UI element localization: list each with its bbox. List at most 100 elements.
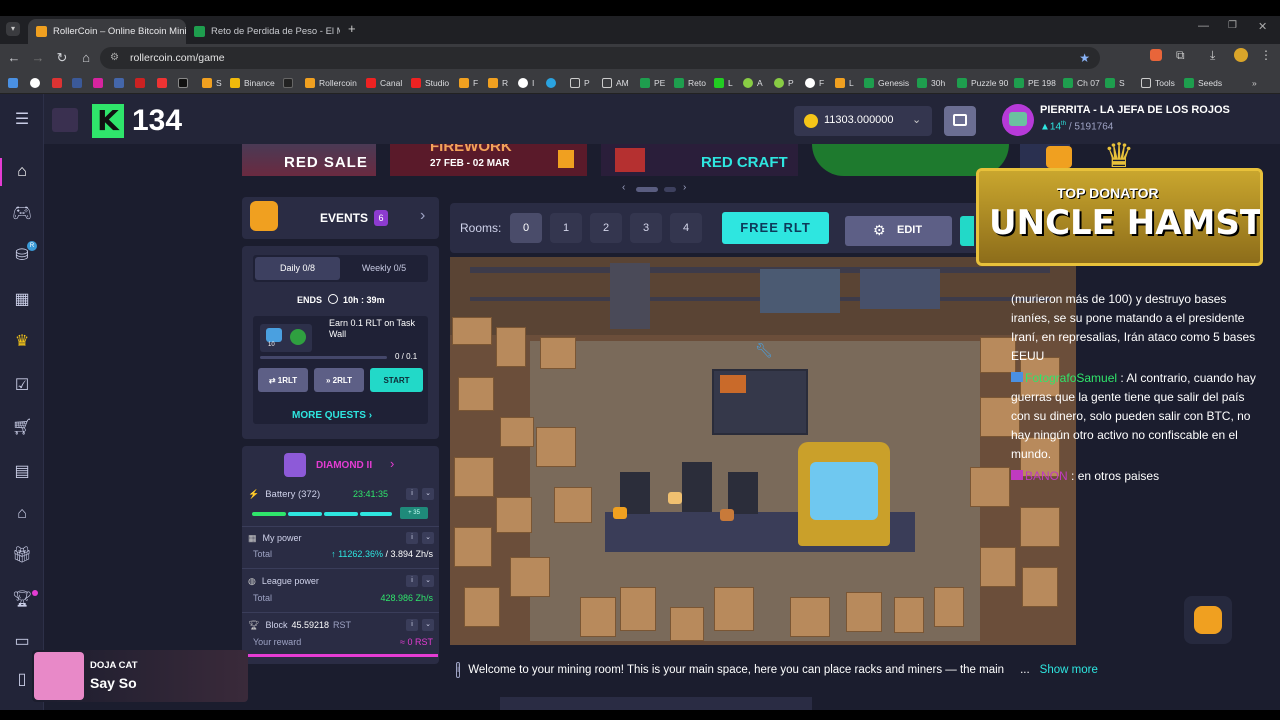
chat-icon[interactable]: ▯ <box>12 670 32 690</box>
gamepad-icon[interactable]: 🎮︎ <box>12 204 32 224</box>
bookmark-seeds[interactable]: Seeds <box>1184 75 1222 91</box>
back-icon[interactable]: ← <box>6 50 22 65</box>
url-bar[interactable]: ⚙ rollercoin.com/game ★ <box>100 47 1100 69</box>
bookmark-item[interactable] <box>93 75 103 91</box>
tasks-icon[interactable]: ☑ <box>12 376 32 396</box>
chevron-down-icon[interactable]: ⌄ <box>422 575 434 587</box>
carousel-dot[interactable] <box>664 187 676 192</box>
bookmark-item[interactable]: L <box>835 75 854 91</box>
chevron-down-icon[interactable]: ⌄ <box>422 619 434 631</box>
site-info-icon[interactable]: ⚙ <box>110 47 119 69</box>
bookmark-reto[interactable]: Reto <box>674 75 706 91</box>
hamster-miner[interactable] <box>613 507 627 519</box>
calendar-icon[interactable]: ▦ <box>12 290 32 310</box>
reload-icon[interactable]: ↻ <box>54 50 70 66</box>
chevron-right-icon[interactable]: › <box>390 456 394 471</box>
profile-avatar-icon[interactable] <box>1234 48 1248 62</box>
edit-button[interactable]: ⚙ EDIT <box>845 216 952 246</box>
bookmark-item[interactable]: F <box>805 75 824 91</box>
wallet-button[interactable] <box>944 106 976 136</box>
bookmark-rollercoin[interactable]: Rollercoin <box>305 75 357 91</box>
star-icon[interactable]: ★ <box>1079 47 1090 69</box>
bank-icon[interactable]: ⌂ <box>12 504 32 524</box>
bookmark-item[interactable] <box>546 75 556 91</box>
cart-icon[interactable]: 🛒︎ <box>12 418 32 438</box>
carousel-next-icon[interactable]: › <box>683 182 686 193</box>
bookmark-binance[interactable]: Binance <box>230 75 275 91</box>
mining-room[interactable]: 🔧︎ <box>450 257 1076 645</box>
bookmark-item[interactable] <box>8 75 22 91</box>
home-icon[interactable]: ⌂ <box>78 50 94 65</box>
room-4-button[interactable]: 4 <box>670 213 702 243</box>
avatar-mini-icon[interactable] <box>52 108 78 132</box>
chevron-down-icon[interactable]: ⌄ <box>422 488 434 500</box>
bookmark-puzzle[interactable]: Puzzle 90 <box>957 75 1008 91</box>
tab-reto[interactable]: Reto de Perdida de Peso - El M ✕ <box>186 19 340 44</box>
tab-daily[interactable]: Daily 0/8 <box>255 257 340 280</box>
bookmark-folder[interactable]: AM <box>602 75 629 91</box>
hamster-miner[interactable] <box>720 509 734 521</box>
bookmark-item[interactable]: S <box>1105 75 1125 91</box>
crown-icon[interactable]: ♛ <box>12 332 32 352</box>
tab-weekly[interactable]: Weekly 0/5 <box>342 257 426 280</box>
user-avatar[interactable] <box>1002 104 1034 136</box>
home-icon[interactable]: ⌂ <box>12 162 32 182</box>
banner-red-sale[interactable]: RED SALE <box>242 144 376 176</box>
hamster-miner[interactable] <box>668 492 682 504</box>
bookmark-item[interactable]: PE <box>640 75 665 91</box>
bookmark-studio[interactable]: Studio <box>411 75 449 91</box>
extension-icon[interactable] <box>1150 49 1162 61</box>
bookmark-item[interactable] <box>114 75 124 91</box>
info-icon[interactable]: i <box>406 575 418 587</box>
bookmark-item[interactable] <box>157 75 167 91</box>
bookmark-genesis[interactable]: Genesis <box>864 75 909 91</box>
carousel-prev-icon[interactable]: ‹ <box>622 182 625 193</box>
bookmark-item[interactable]: I <box>518 75 534 91</box>
bookmark-item[interactable] <box>283 75 293 91</box>
bookmark-item[interactable]: P <box>774 75 794 91</box>
room-0-button[interactable]: 0 <box>510 213 542 243</box>
bookmark-item[interactable] <box>52 75 62 91</box>
league-name[interactable]: DIAMOND II <box>316 460 372 471</box>
bookmark-item[interactable] <box>135 75 145 91</box>
info-icon[interactable]: i <box>406 619 418 631</box>
bookmark-folder[interactable]: P <box>570 75 590 91</box>
trophy-icon[interactable]: 🏆︎ <box>12 590 32 610</box>
menu-dots-icon[interactable]: ⋮ <box>1260 48 1272 62</box>
balance-dropdown[interactable]: 11303.000000 ⌄ <box>794 106 932 136</box>
minimize-icon[interactable]: — <box>1198 20 1209 32</box>
hamburger-icon[interactable]: ☰ <box>12 110 32 130</box>
collect-button[interactable] <box>960 216 974 246</box>
info-icon[interactable]: i <box>406 488 418 500</box>
extensions-puzzle-icon[interactable]: ⧉ <box>1176 48 1185 63</box>
bookmark-tools[interactable]: Tools <box>1141 75 1175 91</box>
bookmark-pe198[interactable]: PE 198 <box>1014 75 1056 91</box>
room-3-button[interactable]: 3 <box>630 213 662 243</box>
bookmark-item[interactable] <box>178 75 188 91</box>
bookmark-item[interactable] <box>72 75 82 91</box>
forward-icon[interactable]: → <box>30 50 46 65</box>
window-close-icon[interactable]: ✕ <box>1258 20 1267 33</box>
bookmark-canal[interactable]: Canal <box>366 75 402 91</box>
download-icon[interactable]: ⤓ <box>1210 48 1215 63</box>
swap-1rlt-button[interactable]: ⇄ 1RLT <box>258 368 308 392</box>
chevron-down-icon[interactable]: ⌄ <box>422 532 434 544</box>
bookmark-ch07[interactable]: Ch 07 <box>1063 75 1100 91</box>
bookmark-item[interactable]: S <box>202 75 222 91</box>
bookmark-item[interactable] <box>30 75 44 91</box>
bookmark-item[interactable]: A <box>743 75 763 91</box>
room-1-button[interactable]: 1 <box>550 213 582 243</box>
bookmark-item[interactable]: L <box>714 75 733 91</box>
banner-red-craft[interactable]: RED CRAFT <box>601 144 798 176</box>
tab-rollercoin[interactable]: RollerCoin – Online Bitcoin Mini ✕ <box>28 19 186 44</box>
carousel-dot-active[interactable] <box>636 187 658 192</box>
start-button[interactable]: START <box>370 368 423 392</box>
inventory-icon[interactable]: ▤ <box>12 462 32 482</box>
maximize-icon[interactable]: ❐ <box>1228 20 1237 31</box>
bookmark-30h[interactable]: 30h <box>917 75 945 91</box>
more-bookmarks-icon[interactable]: » <box>1252 75 1257 91</box>
skip-2rlt-button[interactable]: » 2RLT <box>314 368 364 392</box>
hamster-assistant-button[interactable] <box>1184 596 1232 644</box>
tab-search-icon[interactable]: ▾ <box>6 22 20 36</box>
room-2-button[interactable]: 2 <box>590 213 622 243</box>
